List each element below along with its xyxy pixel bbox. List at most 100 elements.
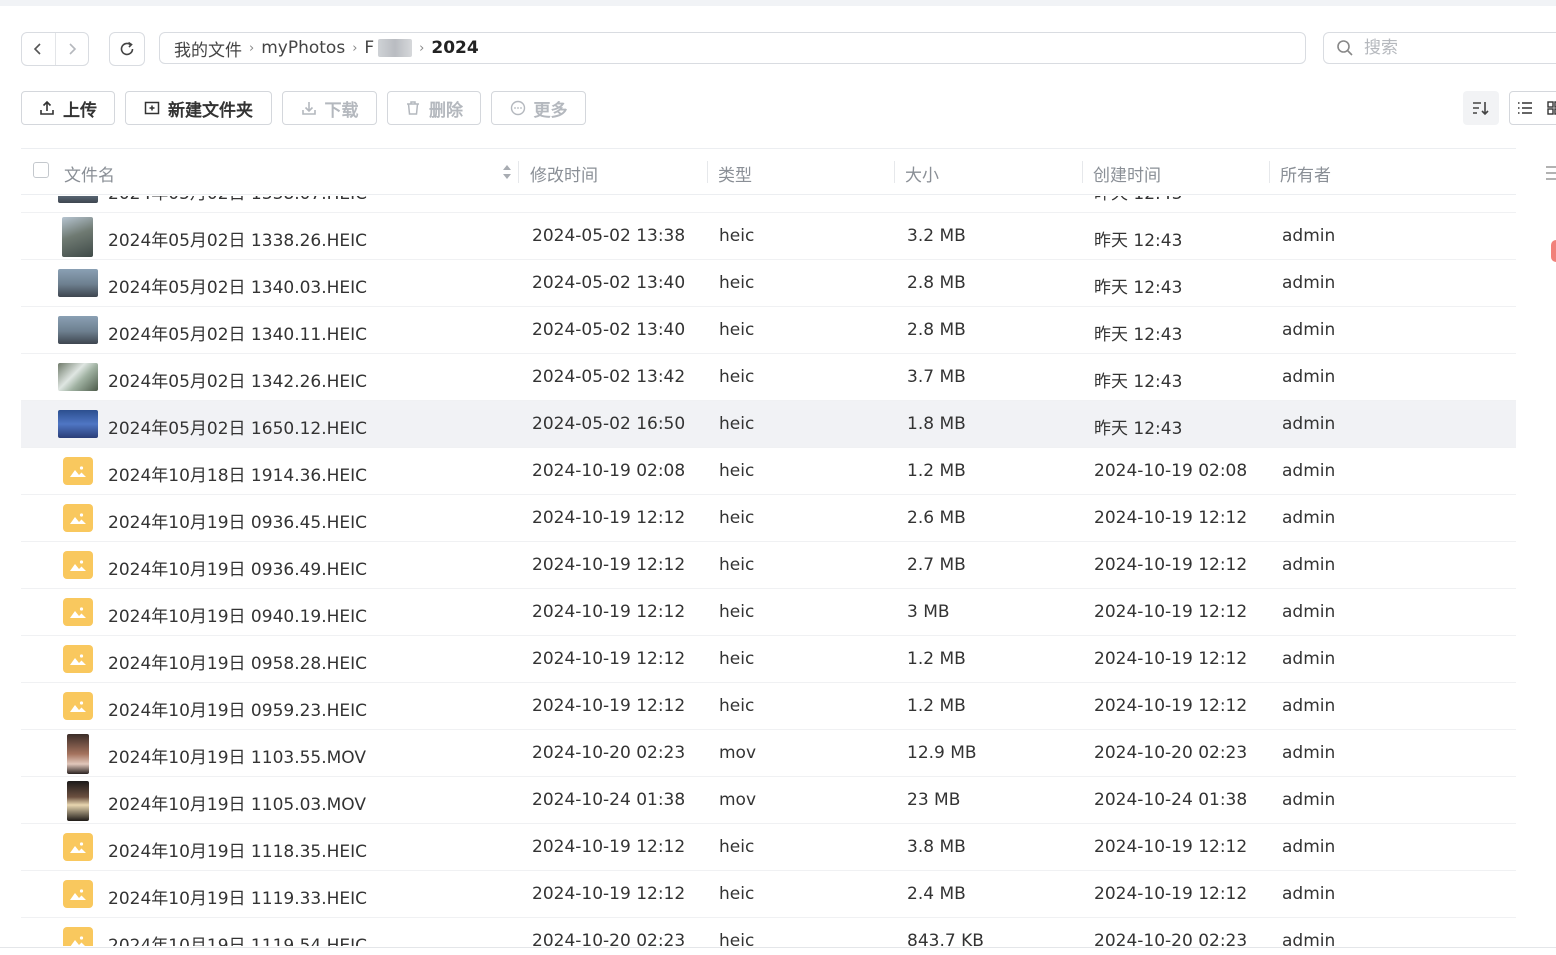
table-row[interactable]: 2024年10月19日 0958.28.HEIC 2024-10-19 12:12… [21,636,1516,683]
image-file-icon [63,927,93,946]
cell-size: 2.8 MB [907,320,966,340]
cell-name[interactable]: 2024年10月19日 0959.23.HEIC [108,696,367,721]
grid-view-button[interactable] [1539,92,1556,124]
list-view-button[interactable] [1510,92,1539,124]
search-input[interactable] [1362,37,1516,59]
cell-created: 昨天 12:43 [1094,278,1183,298]
sort-button[interactable] [1463,91,1499,125]
cell-owner: admin [1282,226,1336,246]
table-row[interactable]: 2024年10月19日 1119.54.HEIC 2024-10-20 02:23… [21,918,1516,946]
cell-size: 1.2 MB [907,696,966,716]
table-row[interactable]: 2024年05月02日 1342.26.HEIC 2024-05-02 13:42… [21,354,1516,401]
cell-size: 3 MB [907,602,950,622]
table-row[interactable]: 2024年10月19日 0940.19.HEIC 2024-10-19 12:12… [21,589,1516,636]
column-header-size[interactable]: 大小 [905,161,939,186]
cell-name[interactable]: 2024年05月02日 1342.26.HEIC [108,367,367,392]
breadcrumb: 我的文件 › myPhotos › F › 2024 [159,32,1306,64]
file-list[interactable]: 2024年05月02日 1338.07.HEIC 2024-05-02 13:38… [21,196,1516,946]
column-divider[interactable] [1082,161,1083,183]
photo-thumbnail [58,269,98,297]
cell-created: 2024-10-24 01:38 [1094,790,1248,810]
column-header-modified[interactable]: 修改时间 [530,161,598,186]
column-header-name[interactable]: 文件名 [64,161,115,186]
download-label: 下载 [324,100,359,121]
cell-owner: admin [1282,555,1336,575]
cell-name[interactable]: 2024年10月19日 0958.28.HEIC [108,649,367,674]
cell-name[interactable]: 2024年05月02日 1650.12.HEIC [108,414,367,439]
refresh-button[interactable] [109,32,145,66]
cell-type: heic [719,649,755,669]
table-row[interactable]: 2024年05月02日 1340.11.HEIC 2024-05-02 13:40… [21,307,1516,354]
cell-size: 3.7 MB [907,367,966,387]
cell-modified: 2024-10-19 12:12 [532,649,686,669]
search-box[interactable] [1323,32,1556,64]
column-header-owner[interactable]: 所有者 [1280,161,1331,186]
table-row[interactable]: 2024年10月19日 0936.49.HEIC 2024-10-19 12:12… [21,542,1516,589]
cell-owner: admin [1282,602,1336,622]
breadcrumb-item-redacted[interactable]: F [364,38,413,58]
cell-type: heic [719,461,755,481]
upload-button[interactable]: 上传 [21,91,115,125]
image-file-icon [63,880,93,908]
cell-modified: 2024-05-02 13:40 [532,273,686,293]
back-button[interactable] [22,33,55,65]
cell-name[interactable]: 2024年10月19日 0940.19.HEIC [108,602,367,627]
table-row[interactable]: 2024年10月19日 1105.03.MOV 2024-10-24 01:38 m… [21,777,1516,824]
breadcrumb-item-my-files[interactable]: 我的文件 [174,36,242,61]
image-file-icon [63,457,93,485]
cell-name[interactable]: 2024年05月02日 1338.07.HEIC [108,196,367,204]
breadcrumb-item-myphotos[interactable]: myPhotos [261,38,345,58]
column-divider[interactable] [518,161,519,183]
cell-modified: 2024-10-19 12:12 [532,837,686,857]
select-all-checkbox[interactable] [33,162,49,178]
cell-name[interactable]: 2024年05月02日 1340.11.HEIC [108,320,367,345]
cell-name[interactable]: 2024年10月19日 0936.45.HEIC [108,508,367,533]
forward-button[interactable] [54,33,89,65]
cell-type: heic [719,884,755,904]
table-row[interactable]: 2024年05月02日 1650.12.HEIC 2024-05-02 16:50… [21,401,1516,448]
table-row[interactable]: 2024年10月19日 1103.55.MOV 2024-10-20 02:23 m… [21,730,1516,777]
cell-name[interactable]: 2024年10月19日 1119.33.HEIC [108,884,367,909]
table-row[interactable]: 2024年05月02日 1338.26.HEIC 2024-05-02 13:38… [21,213,1516,260]
cell-modified: 2024-10-19 12:12 [532,602,686,622]
download-button[interactable]: 下载 [282,91,377,125]
cell-size: 2.8 MB [907,273,966,293]
delete-button[interactable]: 删除 [387,91,481,125]
table-row[interactable]: 2024年10月19日 1118.35.HEIC 2024-10-19 12:12… [21,824,1516,871]
cell-name[interactable]: 2024年10月19日 1119.54.HEIC [108,931,367,946]
view-toggle [1509,91,1556,125]
more-button[interactable]: 更多 [491,91,586,125]
cell-modified: 2024-10-19 12:12 [532,696,686,716]
table-row[interactable]: 2024年10月19日 1119.33.HEIC 2024-10-19 12:12… [21,871,1516,918]
cell-name[interactable]: 2024年10月19日 1103.55.MOV [108,743,366,768]
table-row[interactable]: 2024年10月18日 1914.36.HEIC 2024-10-19 02:08… [21,448,1516,495]
window-top-strip [0,0,1556,6]
table-row[interactable]: 2024年05月02日 1340.03.HEIC 2024-05-02 13:40… [21,260,1516,307]
notification-dot[interactable] [1551,240,1556,262]
table-row[interactable]: 2024年10月19日 0936.45.HEIC 2024-10-19 12:12… [21,495,1516,542]
cell-owner: admin [1282,790,1336,810]
new-folder-button[interactable]: 新建文件夹 [125,91,272,125]
column-settings-icon[interactable] [1546,165,1556,181]
cell-name[interactable]: 2024年10月19日 1118.35.HEIC [108,837,367,862]
cell-name[interactable]: 2024年10月18日 1914.36.HEIC [108,461,367,486]
column-divider[interactable] [1269,161,1270,183]
video-thumbnail [67,781,89,821]
cell-name[interactable]: 2024年10月19日 1105.03.MOV [108,790,366,815]
column-divider[interactable] [894,161,895,183]
column-header-created[interactable]: 创建时间 [1093,161,1161,186]
cell-created: 2024-10-19 12:12 [1094,884,1248,904]
column-divider[interactable] [707,161,708,183]
cell-modified: 2024-05-02 13:38 [532,196,685,199]
table-row[interactable]: 2024年10月19日 0959.23.HEIC 2024-10-19 12:12… [21,683,1516,730]
cell-modified: 2024-10-20 02:23 [532,931,686,946]
breadcrumb-item-current[interactable]: 2024 [431,38,478,58]
column-header-type[interactable]: 类型 [718,161,752,186]
table-row[interactable]: 2024年05月02日 1338.07.HEIC 2024-05-02 13:38… [21,196,1516,213]
cell-name[interactable]: 2024年05月02日 1338.26.HEIC [108,226,367,251]
cell-name[interactable]: 2024年05月02日 1340.03.HEIC [108,273,367,298]
cell-owner: admin [1282,508,1336,528]
cell-name[interactable]: 2024年10月19日 0936.49.HEIC [108,555,367,580]
cell-owner: admin [1282,743,1336,763]
sort-caret-icon[interactable] [502,163,512,181]
